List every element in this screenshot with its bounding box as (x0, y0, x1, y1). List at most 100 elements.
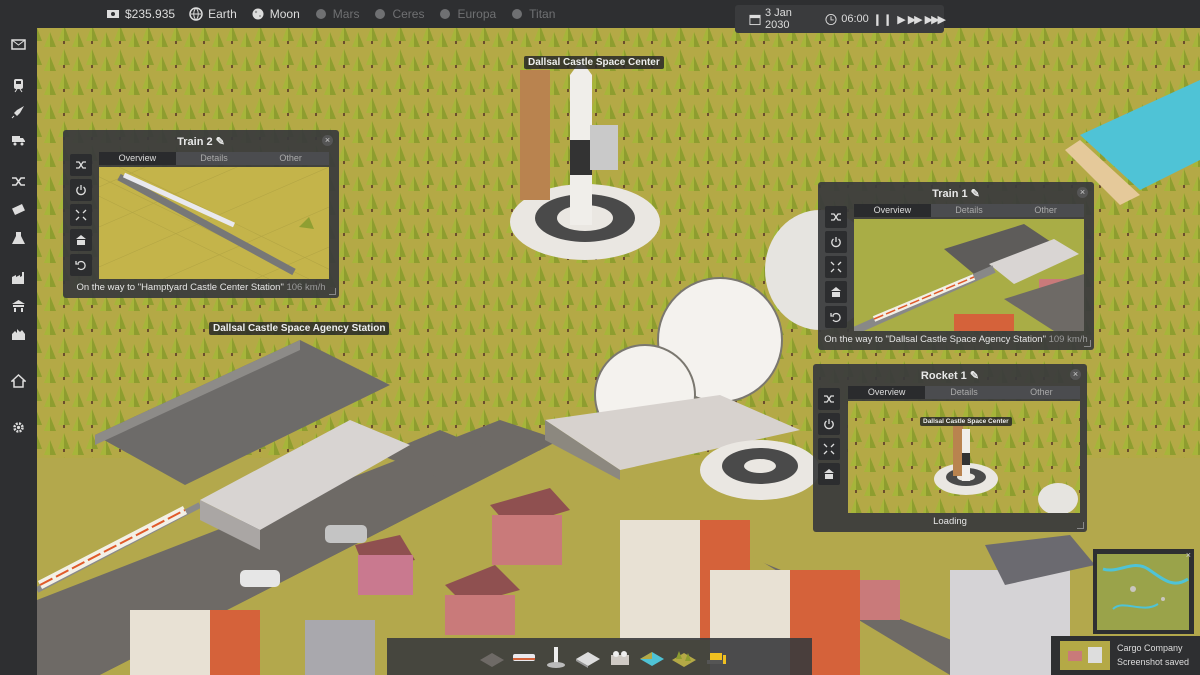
depot-button[interactable] (818, 463, 840, 485)
time-controls: 3 Jan 2030 06:00 ❙❙ ▶ ▶▶ ▶▶▶ (735, 5, 946, 33)
rocket1-window[interactable]: Rocket 1 ✎ × Overview Details Other Dall… (813, 364, 1087, 532)
focus-button[interactable] (818, 438, 840, 460)
edit-icon[interactable]: ✎ (970, 370, 979, 382)
planet-mars[interactable]: Mars (314, 7, 360, 21)
tab-other[interactable]: Other (1007, 204, 1084, 217)
routes-button[interactable] (70, 154, 92, 176)
reverse-button[interactable] (70, 254, 92, 276)
fast-forward-button[interactable]: ▶▶ (908, 13, 923, 26)
depot-icon (831, 287, 841, 297)
vehicle-speed: 109 km/h (1048, 334, 1088, 345)
depot-button[interactable] (825, 281, 847, 303)
screenshot-thumbnail (1060, 641, 1110, 670)
depot-icon (76, 235, 86, 245)
rocket-build-icon[interactable] (541, 645, 571, 669)
station-icon[interactable] (11, 298, 26, 313)
tab-other[interactable]: Other (1003, 386, 1080, 399)
space-center-label[interactable]: Dallsal Castle Space Center (524, 56, 664, 69)
planet-icon (440, 9, 451, 19)
planet-moon[interactable]: Moon (251, 7, 300, 21)
close-icon[interactable]: × (1070, 369, 1081, 380)
routes-icon[interactable] (11, 174, 26, 189)
money-value: $235.935 (125, 7, 176, 21)
home-icon[interactable] (11, 373, 26, 388)
rocket-camera-view[interactable]: Dallsal Castle Space Center (848, 401, 1080, 513)
tab-details[interactable]: Details (176, 152, 253, 165)
resize-handle[interactable] (1077, 522, 1084, 529)
fastest-forward-button[interactable]: ▶▶▶ (925, 13, 946, 26)
depot-button[interactable] (70, 229, 92, 251)
planet-label: Mars (332, 7, 360, 21)
power-icon (824, 419, 834, 430)
collapse-icon (823, 443, 835, 455)
agency-station-label[interactable]: Dallsal Castle Space Agency Station (209, 322, 390, 335)
planet-earth[interactable]: Earth (189, 7, 237, 21)
train1-window[interactable]: Train 1 ✎ × Overview Details Other On th… (818, 182, 1094, 350)
build-toolbar (387, 638, 812, 675)
vehicle-status: On the way to "Dallsal Castle Space Agen… (824, 334, 1088, 345)
close-icon[interactable]: × (1186, 550, 1191, 560)
money-display: $235.935 (106, 7, 175, 21)
edit-icon[interactable]: ✎ (971, 188, 980, 200)
time-display: 06:00 (841, 13, 869, 25)
vehicle-status: On the way to "Hamptyard Castle Center S… (76, 282, 326, 293)
train-build-icon[interactable] (509, 645, 539, 669)
terrain-build-icon[interactable] (637, 645, 667, 669)
factory-icon[interactable] (11, 270, 26, 285)
space-center-mini-label: Dallsal Castle Space Center (920, 417, 1012, 426)
pause-button[interactable]: ❙❙ (873, 13, 893, 26)
planet-ceres[interactable]: Ceres (373, 7, 424, 21)
tab-overview[interactable]: Overview (848, 386, 926, 399)
train-icon[interactable] (11, 78, 26, 93)
play-button[interactable]: ▶ (897, 13, 906, 26)
research-icon[interactable] (11, 231, 26, 246)
power-button[interactable] (70, 179, 92, 201)
tab-overview[interactable]: Overview (854, 204, 931, 217)
train-camera-view[interactable] (854, 219, 1084, 331)
forest-build-icon[interactable] (669, 645, 699, 669)
close-icon[interactable]: × (1077, 187, 1088, 198)
tab-details[interactable]: Details (931, 204, 1008, 217)
settings-icon[interactable] (11, 420, 26, 435)
focus-button[interactable] (70, 204, 92, 226)
window-actions (825, 206, 847, 331)
planet-label: Moon (269, 7, 300, 21)
planet-label: Europa (457, 7, 497, 21)
depot-icon (824, 469, 834, 479)
focus-button[interactable] (825, 256, 847, 278)
mail-icon[interactable] (11, 37, 26, 52)
truck-icon[interactable] (11, 132, 26, 147)
city-icon[interactable] (11, 326, 26, 341)
power-button[interactable] (818, 413, 840, 435)
planet-icon (315, 9, 326, 19)
tab-other[interactable]: Other (252, 152, 329, 165)
power-button[interactable] (825, 231, 847, 253)
calendar-icon (749, 14, 761, 25)
minimap[interactable]: × (1093, 549, 1194, 634)
planet-europa[interactable]: Europa (438, 7, 496, 21)
tab-overview[interactable]: Overview (99, 152, 176, 165)
notification-toast[interactable]: Cargo Company Screenshot saved (1051, 636, 1200, 675)
bulldozer-icon[interactable] (701, 645, 731, 669)
tab-details[interactable]: Details (925, 386, 1002, 399)
vehicle-status: Loading (933, 516, 967, 527)
reverse-button[interactable] (825, 306, 847, 328)
train-camera-view[interactable] (99, 167, 329, 279)
money-icon[interactable] (11, 202, 26, 217)
collapse-icon (830, 261, 842, 273)
edit-icon[interactable]: ✎ (216, 136, 225, 148)
factory-build-icon[interactable] (605, 645, 635, 669)
planet-titan[interactable]: Titan (510, 7, 555, 21)
routes-icon (76, 161, 86, 169)
station-build-icon[interactable] (573, 645, 603, 669)
routes-button[interactable] (825, 206, 847, 228)
vehicle-speed: 106 km/h (286, 282, 326, 293)
resize-handle[interactable] (1084, 340, 1091, 347)
rocket-icon[interactable] (11, 104, 26, 119)
date-display: 3 Jan 2030 (765, 7, 792, 31)
train2-window[interactable]: Train 2 ✎ × Overview Details Other On th… (63, 130, 339, 298)
routes-button[interactable] (818, 388, 840, 410)
close-icon[interactable]: × (322, 135, 333, 146)
resize-handle[interactable] (329, 288, 336, 295)
rail-build-icon[interactable] (477, 645, 507, 669)
